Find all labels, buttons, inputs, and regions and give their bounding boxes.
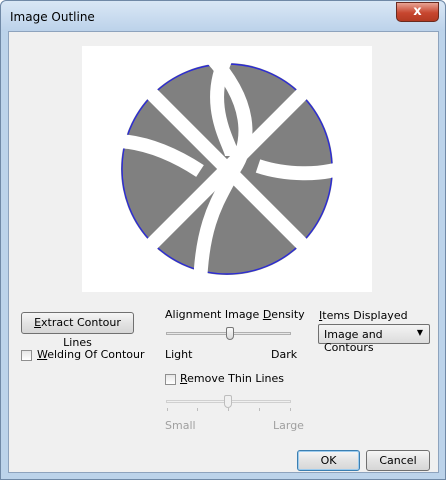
density-label: Alignment Image Density [165, 308, 305, 321]
welding-of-contour-checkbox[interactable] [21, 350, 32, 361]
chevron-down-icon: ▼ [416, 328, 423, 337]
items-displayed-label: Items Displayed [319, 309, 408, 322]
close-button[interactable]: x [396, 2, 439, 22]
thin-lines-slider-thumb[interactable] [224, 395, 232, 408]
dialog-client-area: Extract Contour Lines Welding Of Contour… [8, 31, 439, 473]
image-preview [82, 46, 372, 292]
basketball-outline-image [121, 63, 333, 275]
slider-tick [167, 408, 168, 411]
ok-button[interactable]: OK [297, 450, 360, 471]
slider-tick [197, 408, 198, 411]
slider-tick [228, 408, 229, 411]
extract-contour-lines-button[interactable]: Extract Contour Lines [21, 312, 134, 349]
density-max-label: Dark [271, 348, 298, 361]
window-title: Image Outline [10, 10, 95, 24]
title-bar[interactable]: Image Outline x [1, 1, 445, 31]
density-slider-thumb[interactable] [226, 327, 234, 340]
items-displayed-select[interactable]: Image and Contours ▼ [318, 324, 430, 354]
dialog-window: Image Outline x Extract Contour Lines We… [0, 0, 446, 480]
remove-thin-lines-label[interactable]: Remove Thin Lines [180, 372, 284, 385]
welding-of-contour-label[interactable]: Welding Of Contour [37, 348, 145, 361]
slider-tick [290, 408, 291, 411]
density-min-label: Light [165, 348, 193, 361]
close-icon: x [413, 4, 422, 19]
thin-min-label: Small [165, 419, 196, 432]
cancel-button[interactable]: Cancel [366, 450, 430, 471]
items-displayed-value: Image and Contours [324, 328, 383, 354]
remove-thin-lines-checkbox[interactable] [165, 374, 176, 385]
thin-max-label: Large [273, 419, 304, 432]
slider-tick [259, 408, 260, 411]
